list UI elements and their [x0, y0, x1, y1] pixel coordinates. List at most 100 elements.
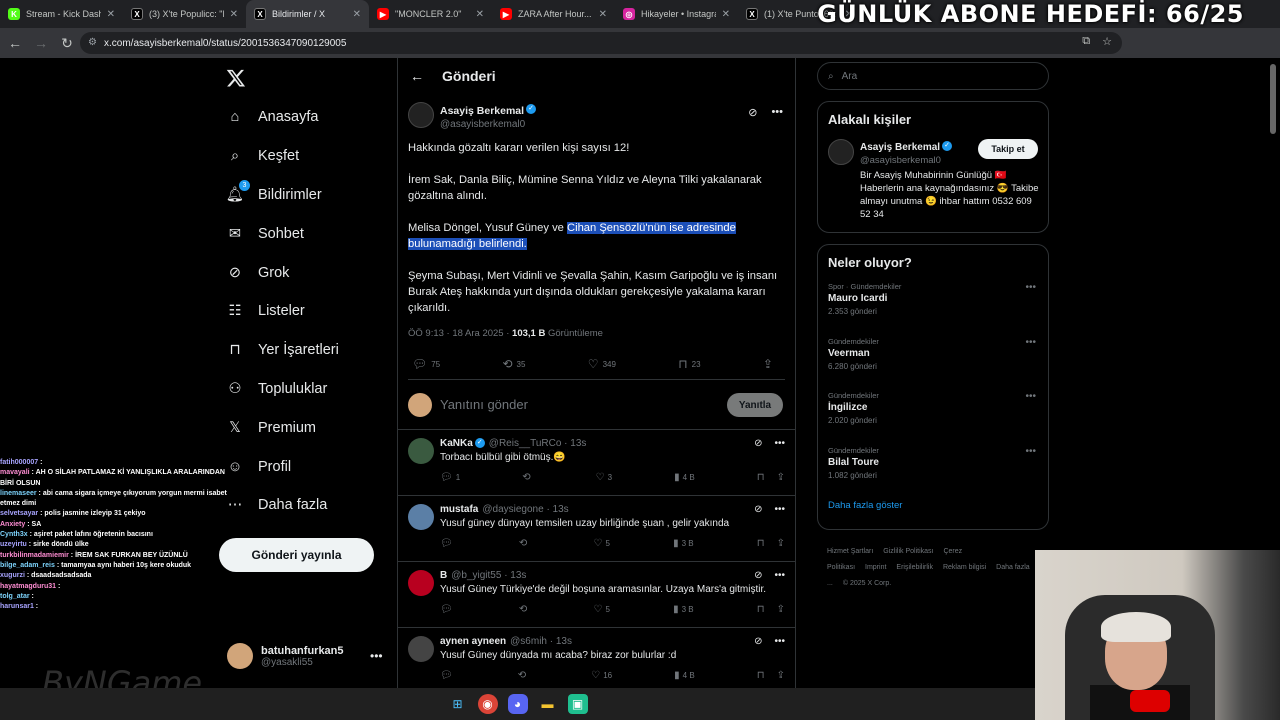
close-icon[interactable]: ✕: [476, 9, 484, 20]
close-icon[interactable]: ✕: [722, 9, 730, 20]
footer-link[interactable]: Imprint: [865, 564, 886, 571]
sidebar-item-bildirimler[interactable]: 🔔︎ 3 Bildirimler: [226, 176, 339, 215]
close-icon[interactable]: ✕: [353, 9, 361, 20]
follow-button[interactable]: Takip et: [978, 139, 1038, 159]
close-icon[interactable]: ✕: [599, 9, 607, 20]
more-dots-icon[interactable]: •••: [774, 438, 785, 449]
account-switcher[interactable]: batuhanfurkan5 @yasakli55 •••: [227, 643, 383, 669]
more-dots-icon[interactable]: •••: [1025, 391, 1036, 402]
sidebar-item-sohbet[interactable]: ✉ Sohbet: [226, 214, 339, 253]
reply-input[interactable]: Yanıtını gönder: [440, 397, 528, 412]
more-dots-icon[interactable]: •••: [771, 106, 783, 119]
reply-button[interactable]: 💬︎: [440, 604, 456, 615]
repost-button[interactable]: ⟲: [519, 538, 530, 549]
sidebar-item-grok[interactable]: ⊘ Grok: [226, 253, 339, 292]
author-name[interactable]: Asayiş Berkemal: [440, 105, 524, 117]
reply-button[interactable]: 💬︎: [440, 670, 456, 681]
share-button[interactable]: ⇪: [763, 357, 773, 371]
footer-link[interactable]: Reklam bilgisi: [943, 564, 986, 571]
more-dots-icon[interactable]: •••: [1025, 337, 1036, 348]
share-button[interactable]: ⇪: [777, 670, 785, 681]
sidebar-item-anasayfa[interactable]: ⌂ Anasayfa: [226, 98, 339, 137]
reply-button[interactable]: 💬︎ 75: [412, 357, 440, 371]
browser-tab[interactable]: ◎ Hikayeler • Instagram ✕: [615, 0, 738, 28]
trend-item[interactable]: Gündemdekiler Veerman 6.280 gönderi •••: [818, 333, 1048, 388]
repost-button[interactable]: ⟲: [519, 604, 530, 615]
search-input[interactable]: ⌕ Ara: [817, 62, 1049, 90]
reply-author-name[interactable]: aynen ayneen: [440, 636, 506, 647]
folder-icon[interactable]: ▬: [538, 694, 558, 714]
views-button[interactable]: ▮ 3 B: [673, 538, 694, 549]
more-dots-icon[interactable]: •••: [774, 570, 785, 581]
share-button[interactable]: ⇪: [777, 472, 785, 483]
post-button[interactable]: Gönderi yayınla: [219, 538, 374, 572]
share-button[interactable]: ⇪: [777, 538, 785, 549]
bookmark-button[interactable]: ⊓: [757, 538, 765, 549]
heart-button[interactable]: ♡ 16: [591, 670, 612, 681]
chrome-icon[interactable]: ◉: [477, 694, 498, 714]
more-dots-icon[interactable]: •••: [774, 504, 785, 515]
install-app-icon[interactable]: ⧉: [1082, 35, 1090, 48]
reply-author-name[interactable]: KaNKa: [440, 438, 473, 449]
reply-submit-button[interactable]: Yanıtla: [727, 393, 783, 417]
reply-tweet[interactable]: KaNKa ✓ @Reis__TuRCo · 13s Torbacı bülbül g…: [398, 430, 795, 496]
sidebar-item-keşfet[interactable]: ⌕ Keşfet: [226, 137, 339, 176]
back-arrow-icon[interactable]: ←: [410, 68, 424, 84]
repost-button[interactable]: ⟲: [518, 670, 529, 681]
repost-button[interactable]: ⟲ 35: [502, 357, 525, 371]
browser-tab[interactable]: X (3) X'te Populicc: "Rap ✕: [123, 0, 246, 28]
tweet-timestamp[interactable]: ÖÖ 9:13 · 18 Ara 2025 ·: [408, 328, 512, 339]
author-handle[interactable]: @asayisberkemal0: [440, 119, 536, 130]
site-info-icon[interactable]: ⚙: [88, 37, 97, 48]
more-dots-icon[interactable]: •••: [370, 649, 383, 663]
bookmark-button[interactable]: ⊓ 23: [678, 357, 700, 371]
footer-link[interactable]: Hizmet Şartları: [827, 548, 873, 555]
sidebar-item-profil[interactable]: ☺ Profil: [226, 447, 339, 486]
reply-button[interactable]: 💬︎ 1: [440, 472, 460, 483]
heart-button[interactable]: ♡ 3: [596, 472, 612, 483]
x-logo-icon[interactable]: [226, 68, 246, 88]
reply-tweet[interactable]: mustafa @daysiegone · 13s Yusuf güney düny…: [398, 496, 795, 562]
app-icon[interactable]: ▣: [567, 694, 588, 714]
bookmark-button[interactable]: ⊓: [757, 670, 765, 681]
trend-item[interactable]: Gündemdekiler İngilizce 2.020 gönderi •••: [818, 387, 1048, 442]
trend-item[interactable]: Gündemdekiler Bilal Toure 1.082 gönderi •••: [818, 442, 1048, 497]
scrollbar[interactable]: [1270, 64, 1276, 134]
views-button[interactable]: ▮ 4 B: [674, 670, 695, 681]
browser-tab[interactable]: ▶ ZARA After Hour... ✕: [492, 0, 615, 28]
like-button[interactable]: ♡ 349: [588, 357, 616, 371]
reply-button[interactable]: 💬︎: [440, 538, 456, 549]
heart-button[interactable]: ♡ 5: [593, 538, 609, 549]
windows-start-icon[interactable]: ⊞: [448, 694, 468, 714]
bookmark-button[interactable]: ⊓: [757, 472, 765, 483]
show-more-link[interactable]: Daha fazla göster: [818, 496, 1048, 523]
bookmark-button[interactable]: ⊓: [757, 604, 765, 615]
share-button[interactable]: ⇪: [777, 604, 785, 615]
footer-link[interactable]: Erişilebilirlik: [896, 564, 933, 571]
avatar[interactable]: [408, 102, 434, 128]
sidebar-item-topluluklar[interactable]: ⚇ Topluluklar: [226, 370, 339, 409]
forward-arrow-icon[interactable]: →: [30, 32, 52, 54]
grok-icon[interactable]: ⊘: [754, 570, 762, 581]
close-icon[interactable]: ✕: [230, 9, 238, 20]
avatar[interactable]: [408, 438, 434, 464]
trend-item[interactable]: Spor · Gündemdekiler Mauro Icardi 2.353 gö…: [818, 278, 1048, 333]
reply-tweet[interactable]: aynen ayneen @s6mih · 13s Yusuf Güney düny…: [398, 628, 795, 688]
avatar[interactable]: [408, 504, 434, 530]
back-arrow-icon[interactable]: ←: [4, 32, 26, 54]
discord-icon[interactable]: ◕: [507, 694, 528, 714]
grok-icon[interactable]: ⊘: [754, 636, 762, 647]
reply-author-name[interactable]: B: [440, 570, 447, 581]
grok-icon[interactable]: ⊘: [754, 504, 762, 515]
sidebar-item-listeler[interactable]: ☷ Listeler: [226, 292, 339, 331]
sidebar-item-yer-i-şaretleri[interactable]: ⊓ Yer İşaretleri: [226, 331, 339, 370]
avatar[interactable]: [408, 636, 434, 662]
person-name[interactable]: Asayiş Berkemal: [860, 142, 940, 153]
views-button[interactable]: ▮ 3 B: [673, 604, 694, 615]
avatar[interactable]: [408, 570, 434, 596]
more-dots-icon[interactable]: •••: [774, 636, 785, 647]
reply-tweet[interactable]: B @b_yigit55 · 13s Yusuf Güney Türkiye'de …: [398, 562, 795, 628]
grok-icon[interactable]: ⊘: [754, 438, 762, 449]
related-person[interactable]: Asayiş Berkemal ✓ @asayisberkemal0 Bir As…: [818, 127, 1048, 231]
browser-tab[interactable]: ▶ "MONCLER 2.0" ✕: [369, 0, 492, 28]
